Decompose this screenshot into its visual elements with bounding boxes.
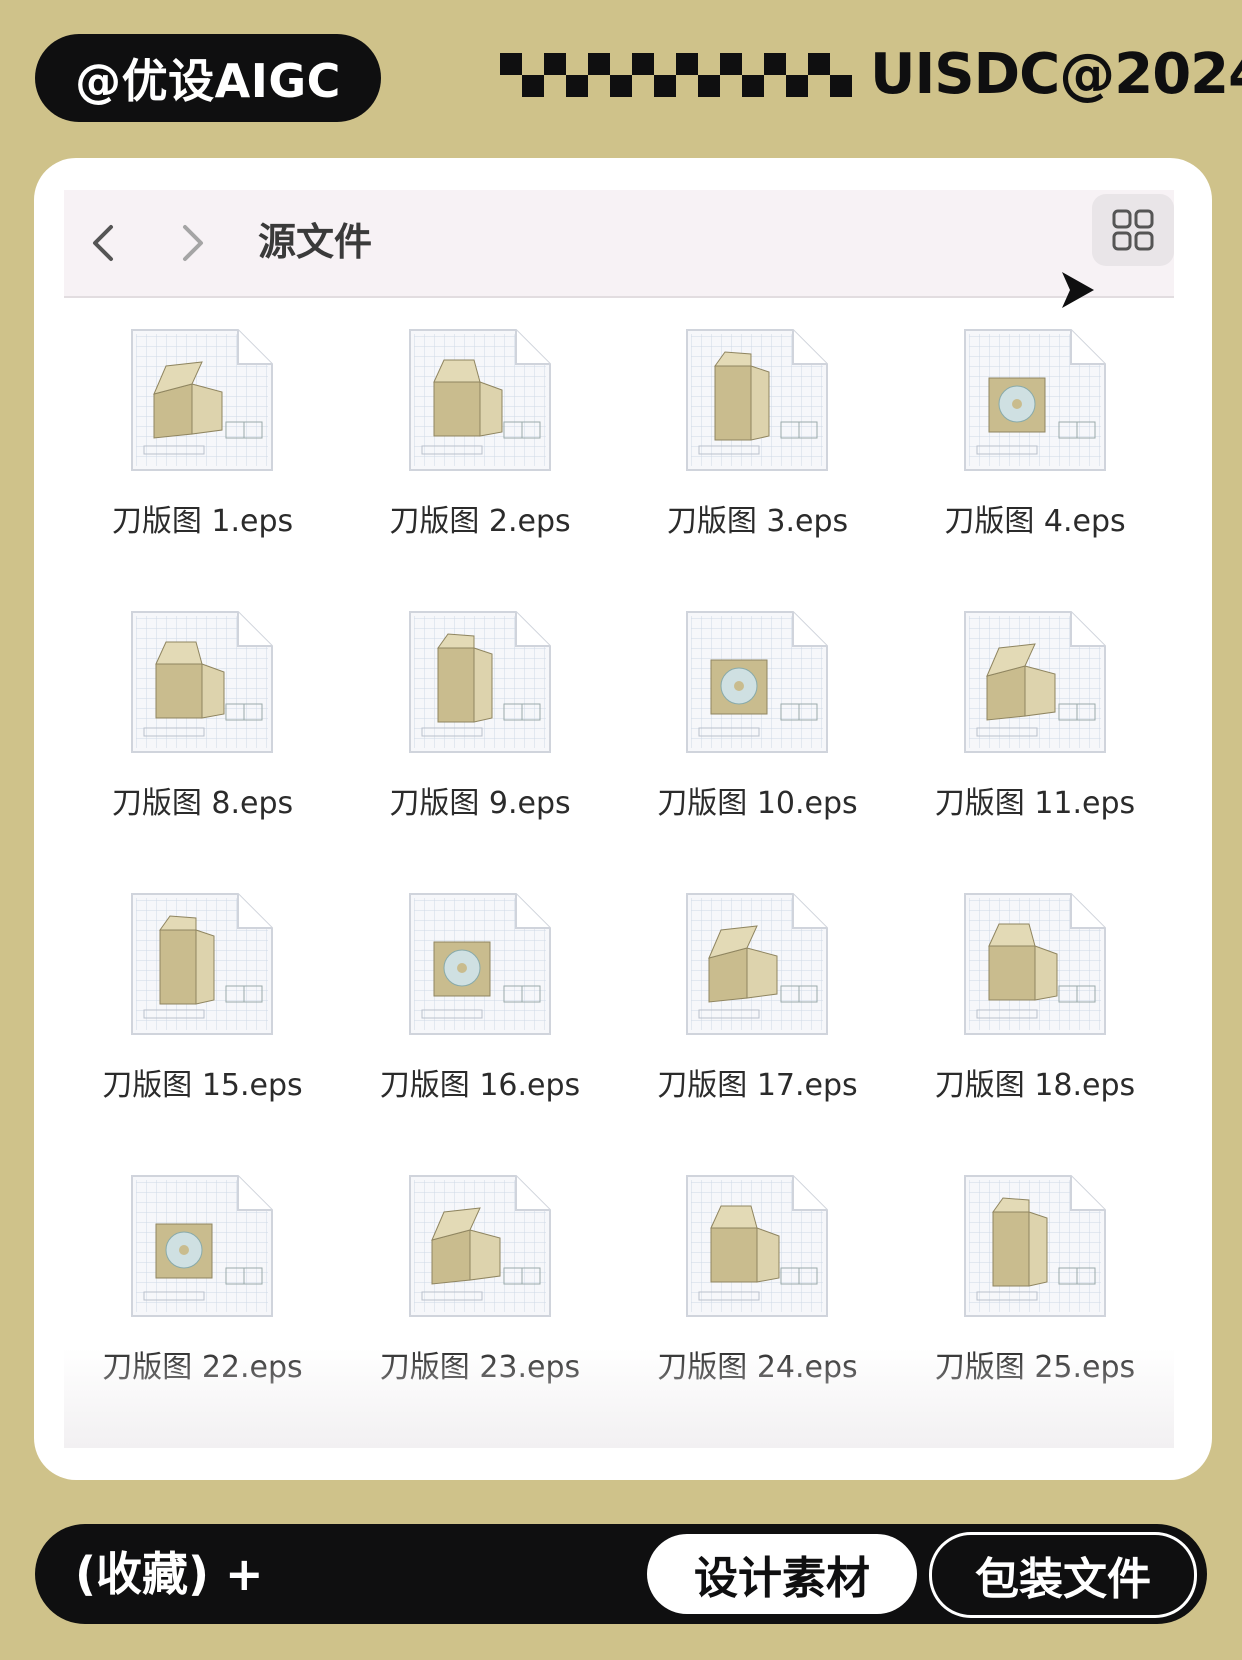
file-name: 刀版图 8.eps: [111, 786, 294, 821]
grid-view-icon: [1112, 209, 1154, 251]
file-item[interactable]: 刀版图 4.eps: [897, 326, 1174, 608]
aigc-badge: @优设AIGC: [35, 34, 381, 122]
file-item[interactable]: 刀版图 10.eps: [619, 608, 896, 890]
eps-file-icon: [686, 1175, 828, 1317]
file-name: 刀版图 10.eps: [657, 786, 858, 821]
eps-file-icon: [963, 893, 1106, 1035]
eps-file-icon: [963, 329, 1106, 471]
finder-toolbar: 源文件: [64, 190, 1174, 308]
folder-title: 源文件: [258, 220, 373, 264]
bottom-bar: (收藏) + 设计素材 包装文件: [35, 1524, 1207, 1624]
file-item[interactable]: 刀版图 9.eps: [342, 608, 619, 890]
file-item[interactable]: 刀版图 16.eps: [342, 890, 619, 1172]
file-item[interactable]: 刀版图 1.eps: [64, 326, 341, 608]
forward-button[interactable]: [162, 208, 222, 278]
file-name: 刀版图 9.eps: [389, 786, 571, 821]
eps-file-icon: [408, 1175, 551, 1317]
eps-file-icon: [131, 893, 273, 1035]
file-name: 刀版图 1.eps: [111, 504, 294, 539]
pointer-cursor-icon: [1062, 272, 1094, 308]
eps-file-icon: [963, 1175, 1106, 1317]
grid-view-button[interactable]: [1092, 194, 1174, 266]
eps-file-icon: [686, 611, 828, 753]
file-name: 刀版图 16.eps: [379, 1068, 581, 1103]
file-name: 刀版图 18.eps: [934, 1068, 1136, 1103]
eps-file-icon: [131, 1175, 273, 1317]
file-name: 刀版图 3.eps: [666, 504, 849, 539]
file-item[interactable]: 刀版图 3.eps: [619, 326, 896, 608]
checker-pattern: [500, 53, 852, 97]
eps-file-icon: [686, 329, 828, 471]
eps-file-icon: [408, 329, 551, 471]
eps-file-icon: [131, 611, 273, 753]
file-item[interactable]: 刀版图 11.eps: [897, 608, 1174, 890]
file-item[interactable]: 刀版图 8.eps: [64, 608, 341, 890]
eps-file-icon: [686, 893, 828, 1035]
file-name: 刀版图 2.eps: [389, 504, 571, 539]
eps-file-icon: [131, 329, 273, 471]
eps-file-icon: [963, 611, 1106, 753]
tag-package-files[interactable]: 包装文件: [929, 1532, 1197, 1618]
eps-file-icon: [408, 611, 551, 753]
scroll-fade: [64, 1348, 1174, 1448]
collect-label[interactable]: (收藏) +: [75, 1524, 264, 1624]
file-item[interactable]: 刀版图 17.eps: [619, 890, 896, 1172]
file-item[interactable]: 刀版图 18.eps: [897, 890, 1174, 1172]
back-button[interactable]: [74, 208, 134, 278]
chevron-right-icon: [183, 225, 203, 261]
file-name: 刀版图 4.eps: [944, 504, 1126, 539]
finder-window: 源文件 刀版图 1.eps 刀版图 2.eps 刀版图 3.eps 刀版图 4.eps…: [34, 158, 1212, 1480]
eps-file-icon: [408, 893, 551, 1035]
file-name: 刀版图 11.eps: [934, 786, 1136, 821]
chevron-left-icon: [93, 225, 113, 261]
file-item[interactable]: 刀版图 15.eps: [64, 890, 341, 1172]
brand-text: UISDC@2024: [870, 42, 1242, 107]
file-name: 刀版图 17.eps: [657, 1068, 858, 1103]
file-name: 刀版图 15.eps: [102, 1068, 303, 1103]
tag-design-material[interactable]: 设计素材: [647, 1534, 917, 1614]
file-item[interactable]: 刀版图 2.eps: [342, 326, 619, 608]
